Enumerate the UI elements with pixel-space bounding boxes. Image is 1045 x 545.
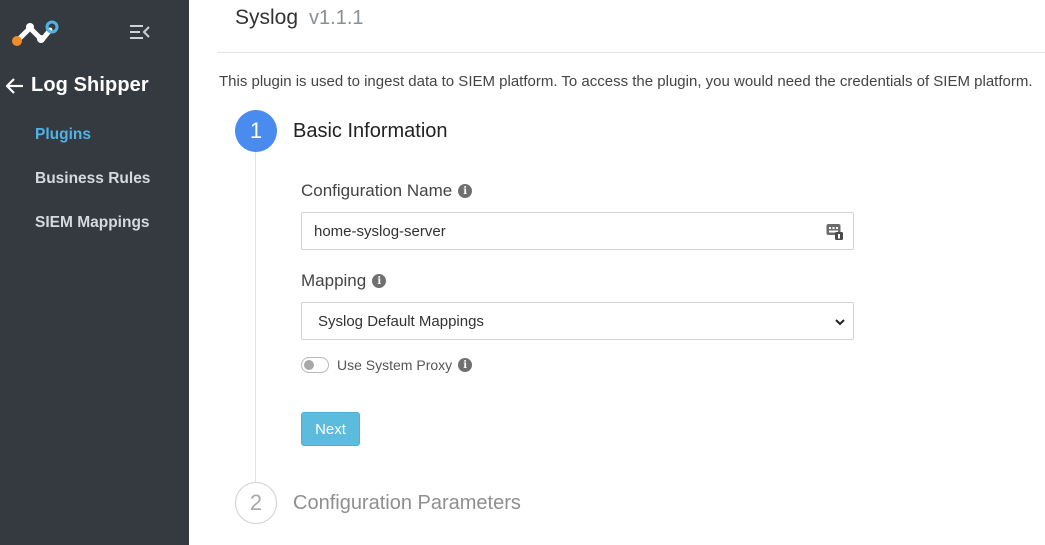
info-icon[interactable]: i bbox=[458, 184, 473, 198]
info-icon[interactable]: i bbox=[372, 274, 387, 288]
config-name-label: Configuration Name bbox=[301, 181, 453, 200]
config-name-value: home-syslog-server bbox=[314, 223, 446, 240]
mapping-label: Mapping bbox=[301, 271, 367, 290]
toggle-knob bbox=[304, 360, 314, 370]
step-2-title[interactable]: Configuration Parameters bbox=[293, 492, 521, 515]
sidebar-title: Log Shipper bbox=[31, 74, 149, 96]
plugin-version: v1.1.1 bbox=[309, 7, 364, 29]
sidebar: Log Shipper Plugins Business Rules SIEM … bbox=[0, 0, 189, 545]
menu-collapse-icon[interactable] bbox=[129, 23, 151, 41]
mapping-label-row: Mapping i bbox=[301, 271, 387, 291]
step-1-indicator: 1 bbox=[235, 110, 277, 152]
step-connector-line bbox=[255, 152, 256, 482]
main-content: Syslog v1.1.1 This plugin is used to ing… bbox=[189, 0, 1045, 545]
info-icon[interactable]: i bbox=[458, 358, 473, 372]
next-button[interactable]: Next bbox=[301, 412, 360, 446]
mapping-select[interactable]: Syslog Default Mappings bbox=[301, 302, 854, 340]
keyboard-icon[interactable] bbox=[826, 223, 843, 240]
logo-icon bbox=[12, 20, 59, 46]
back-to-log-shipper[interactable]: Log Shipper bbox=[5, 74, 149, 97]
step-1-title: Basic Information bbox=[293, 120, 448, 142]
sidebar-nav: Plugins Business Rules SIEM Mappings bbox=[35, 124, 150, 256]
page-header: Syslog v1.1.1 bbox=[235, 6, 364, 30]
use-system-proxy-toggle[interactable] bbox=[301, 357, 329, 373]
chevron-down-icon bbox=[835, 319, 845, 326]
header-divider bbox=[217, 52, 1045, 53]
sidebar-item-siem-mappings[interactable]: SIEM Mappings bbox=[35, 212, 150, 256]
mapping-selected-value: Syslog Default Mappings bbox=[318, 313, 484, 330]
config-name-input[interactable]: home-syslog-server bbox=[301, 212, 854, 250]
proxy-toggle-row: Use System Proxy i bbox=[301, 357, 473, 373]
use-system-proxy-label: Use System Proxy bbox=[337, 357, 453, 373]
plugin-description: This plugin is used to ingest data to SI… bbox=[219, 73, 1033, 90]
sidebar-item-business-rules[interactable]: Business Rules bbox=[35, 168, 150, 212]
config-name-label-row: Configuration Name i bbox=[301, 181, 473, 201]
plugin-name: Syslog bbox=[235, 6, 299, 29]
step-2-indicator: 2 bbox=[235, 482, 277, 524]
sidebar-item-plugins[interactable]: Plugins bbox=[35, 124, 150, 168]
arrow-left-icon bbox=[5, 77, 23, 94]
